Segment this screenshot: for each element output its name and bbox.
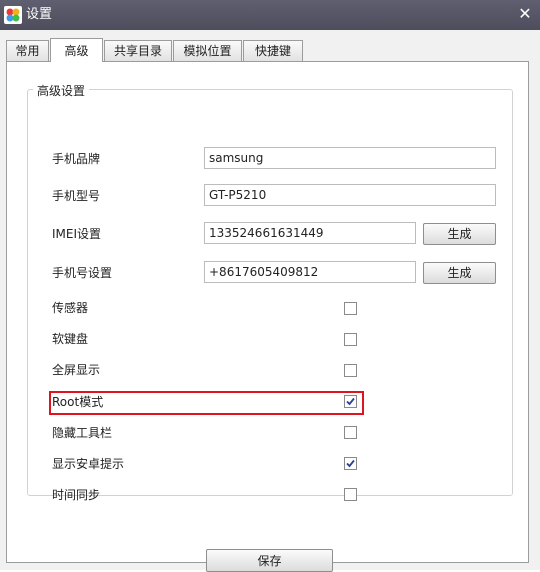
tab-mock-location[interactable]: 模拟位置 — [173, 40, 242, 61]
phone-generate-button[interactable]: 生成 — [423, 262, 496, 284]
group-title: 高级设置 — [33, 82, 90, 99]
imei-input[interactable] — [204, 222, 416, 244]
android-tips-checkbox[interactable] — [344, 457, 357, 470]
app-logo-icon — [4, 6, 22, 24]
sensor-checkbox[interactable] — [344, 302, 357, 315]
phone-label: 手机号设置 — [52, 266, 113, 280]
phone-input[interactable] — [204, 261, 416, 283]
tab-shortcuts[interactable]: 快捷键 — [243, 40, 303, 61]
model-input[interactable] — [204, 184, 496, 206]
close-icon[interactable]: ✕ — [516, 5, 534, 23]
imei-label: IMEI设置 — [52, 227, 102, 241]
root-mode-label: Root模式 — [52, 395, 104, 409]
brand-label: 手机品牌 — [52, 152, 101, 166]
soft-keyboard-checkbox[interactable] — [344, 333, 357, 346]
tab-advanced[interactable]: 高级 — [50, 38, 103, 62]
root-mode-checkbox[interactable] — [344, 395, 357, 408]
fullscreen-checkbox[interactable] — [344, 364, 357, 377]
checkmark-icon — [346, 459, 355, 468]
model-label: 手机型号 — [52, 189, 101, 203]
soft-keyboard-label: 软键盘 — [52, 332, 89, 346]
title-bar: 设置 ✕ — [0, 0, 540, 30]
android-tips-label: 显示安卓提示 — [52, 457, 125, 471]
advanced-panel: 高级设置 手机品牌 手机型号 IMEI设置 生成 手机号设置 生成 传感器 软键… — [6, 61, 529, 572]
checkmark-icon — [346, 397, 355, 406]
brand-input[interactable] — [204, 147, 496, 169]
hide-toolbar-label: 隐藏工具栏 — [52, 426, 113, 440]
tab-general[interactable]: 常用 — [6, 40, 49, 61]
imei-generate-button[interactable]: 生成 — [423, 223, 496, 245]
tab-shared-folder[interactable]: 共享目录 — [104, 40, 172, 61]
sensor-label: 传感器 — [52, 301, 89, 315]
dialog-body: 常用 高级 共享目录 模拟位置 快捷键 高级设置 手机品牌 手机型号 IMEI设… — [0, 30, 540, 572]
time-sync-checkbox[interactable] — [344, 488, 357, 501]
fullscreen-label: 全屏显示 — [52, 363, 101, 377]
window-title: 设置 — [26, 7, 53, 22]
hide-toolbar-checkbox[interactable] — [344, 426, 357, 439]
save-button[interactable]: 保存 — [206, 549, 333, 572]
time-sync-label: 时间同步 — [52, 488, 101, 502]
